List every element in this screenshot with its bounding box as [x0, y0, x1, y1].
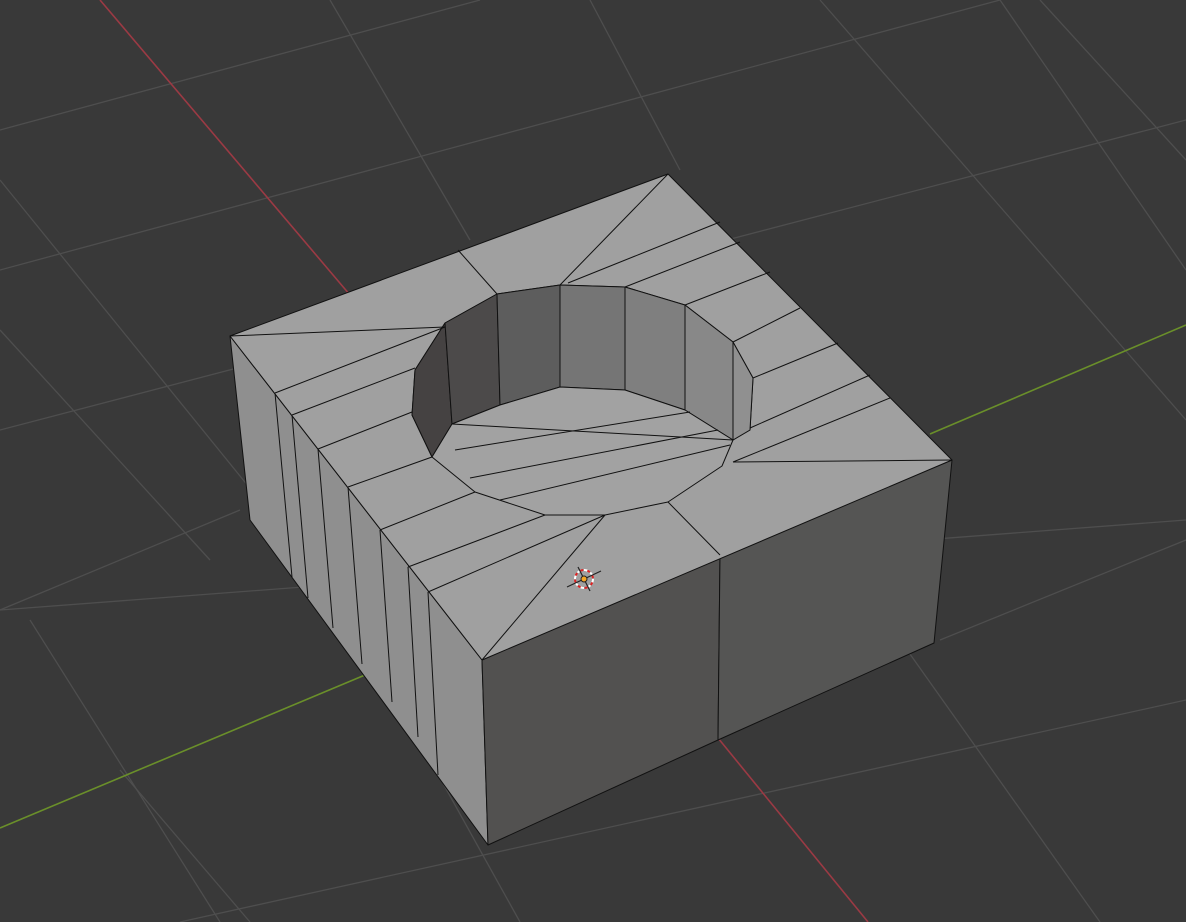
hole-wall-segment	[624, 286, 686, 411]
x-axis-line	[717, 737, 869, 922]
object-origin-icon	[580, 575, 588, 583]
3d-viewport[interactable]	[0, 0, 1186, 922]
hole-wall-segment	[496, 284, 561, 406]
viewport-canvas[interactable]	[0, 0, 1186, 922]
mesh-object[interactable]	[229, 173, 953, 846]
y-axis-line	[0, 674, 366, 829]
hole-wall-segment	[559, 284, 626, 391]
y-axis-line	[929, 324, 1186, 435]
x-axis-line	[99, 0, 351, 296]
